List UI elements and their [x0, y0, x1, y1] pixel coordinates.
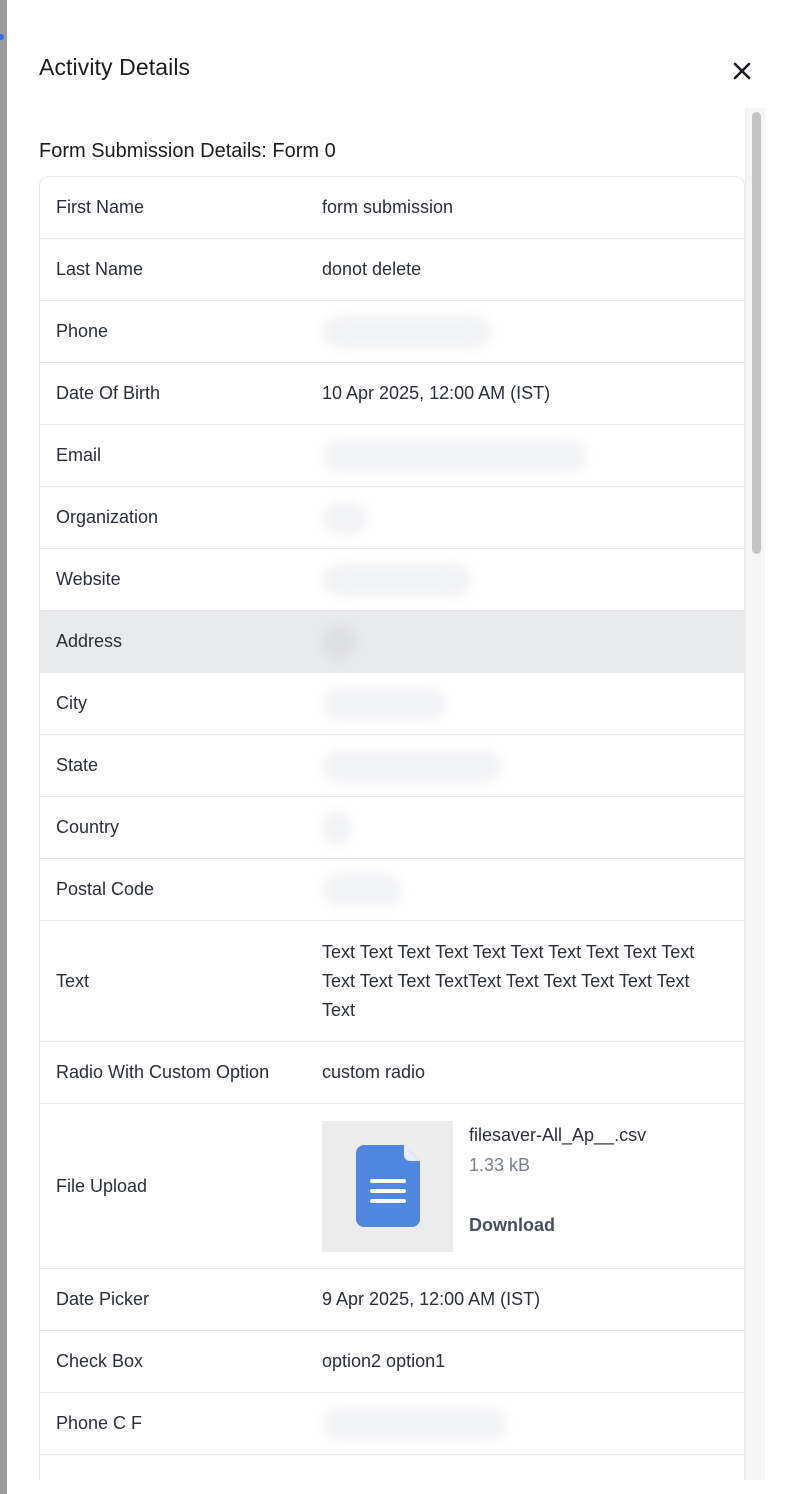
field-label: Phone C F	[56, 1413, 143, 1433]
field-label: Organization	[56, 507, 159, 527]
field-value-redacted	[322, 872, 744, 907]
field-label: City	[56, 693, 87, 713]
scrollbar-thumb[interactable]	[752, 112, 761, 554]
download-link[interactable]: Download	[469, 1211, 555, 1240]
submission-table: First Name form submission Last Name don…	[39, 176, 745, 1480]
background-accent-mark	[0, 34, 4, 40]
vertical-scrollbar[interactable]	[745, 108, 765, 1480]
field-value: option2 option1	[322, 1351, 446, 1371]
field-label: File Upload	[56, 1175, 148, 1196]
file-meta: filesaver-All_Ap__.csv 1.33 kB Download	[469, 1121, 646, 1240]
table-row-next	[40, 1455, 744, 1480]
field-label: Text	[56, 970, 90, 991]
file-thumbnail[interactable]	[322, 1120, 453, 1252]
field-value-redacted	[322, 686, 744, 721]
field-label: First Name	[56, 197, 145, 217]
field-value: donot delete	[322, 259, 422, 279]
field-label: Address	[56, 631, 123, 651]
document-icon	[355, 1145, 420, 1227]
field-value-redacted	[322, 810, 744, 845]
file-size: 1.33 kB	[469, 1154, 531, 1175]
table-row-country: Country	[40, 797, 744, 859]
field-label: Date Of Birth	[56, 383, 161, 403]
table-row-text: Text Text Text Text Text Text Text Text …	[40, 921, 744, 1042]
table-row-email: Email	[40, 425, 744, 487]
field-label: Email	[56, 445, 102, 465]
field-label: Phone	[56, 321, 109, 341]
drawer-title: Activity Details	[39, 54, 191, 80]
field-label: Postal Code	[56, 879, 155, 899]
table-row-address: Address	[40, 611, 744, 673]
table-row-check-box: Check Box option2 option1	[40, 1331, 744, 1393]
table-row-date-of-birth: Date Of Birth 10 Apr 2025, 12:00 AM (IST…	[40, 363, 744, 425]
field-value-redacted	[322, 562, 744, 597]
field-value-redacted	[322, 1406, 744, 1441]
field-value-redacted	[322, 438, 744, 473]
file-upload-value: filesaver-All_Ap__.csv 1.33 kB Download	[322, 1120, 744, 1252]
field-label: Last Name	[56, 259, 144, 279]
field-value: Text Text Text Text Text Text Text Text …	[322, 941, 695, 1020]
field-label: State	[56, 755, 99, 775]
table-row-organization: Organization	[40, 487, 744, 549]
table-row-city: City	[40, 673, 744, 735]
field-value-redacted	[322, 748, 744, 783]
close-button[interactable]	[727, 56, 757, 86]
field-label: Radio With Custom Option	[56, 1062, 270, 1082]
table-row-state: State	[40, 735, 744, 797]
field-value-redacted	[322, 624, 744, 659]
field-value: custom radio	[322, 1062, 426, 1082]
background-page-edge	[0, 0, 7, 1494]
table-row-postal-code: Postal Code	[40, 859, 744, 921]
details-scroll-area[interactable]: Form Submission Details: Form 0 First Na…	[39, 108, 767, 1480]
field-label: Check Box	[56, 1351, 144, 1371]
table-row-radio-custom: Radio With Custom Option custom radio	[40, 1042, 744, 1104]
field-value: 10 Apr 2025, 12:00 AM (IST)	[322, 383, 551, 403]
field-value: form submission	[322, 197, 454, 217]
activity-details-drawer: Activity Details Form Submission Details…	[7, 0, 787, 1494]
section-title: Form Submission Details: Form 0	[39, 140, 336, 162]
field-value-redacted	[322, 500, 744, 535]
field-label: Country	[56, 817, 120, 837]
field-value-redacted	[322, 314, 744, 349]
table-row-website: Website	[40, 549, 744, 611]
table-row-last-name: Last Name donot delete	[40, 239, 744, 301]
table-row-date-picker: Date Picker 9 Apr 2025, 12:00 AM (IST)	[40, 1269, 744, 1331]
table-row-first-name: First Name form submission	[40, 177, 744, 239]
table-row-phone: Phone	[40, 301, 744, 363]
field-label: Website	[56, 569, 121, 589]
file-name: filesaver-All_Ap__.csv	[469, 1124, 647, 1145]
field-value: 9 Apr 2025, 12:00 AM (IST)	[322, 1289, 541, 1309]
close-icon	[733, 62, 751, 80]
table-row-file-upload: File Upload filesaver-All_Ap__.csv 1.33 …	[40, 1104, 744, 1269]
table-row-phone-cf: Phone C F	[40, 1393, 744, 1455]
file-attachment: filesaver-All_Ap__.csv 1.33 kB Download	[322, 1120, 726, 1252]
field-label: Date Picker	[56, 1289, 150, 1309]
